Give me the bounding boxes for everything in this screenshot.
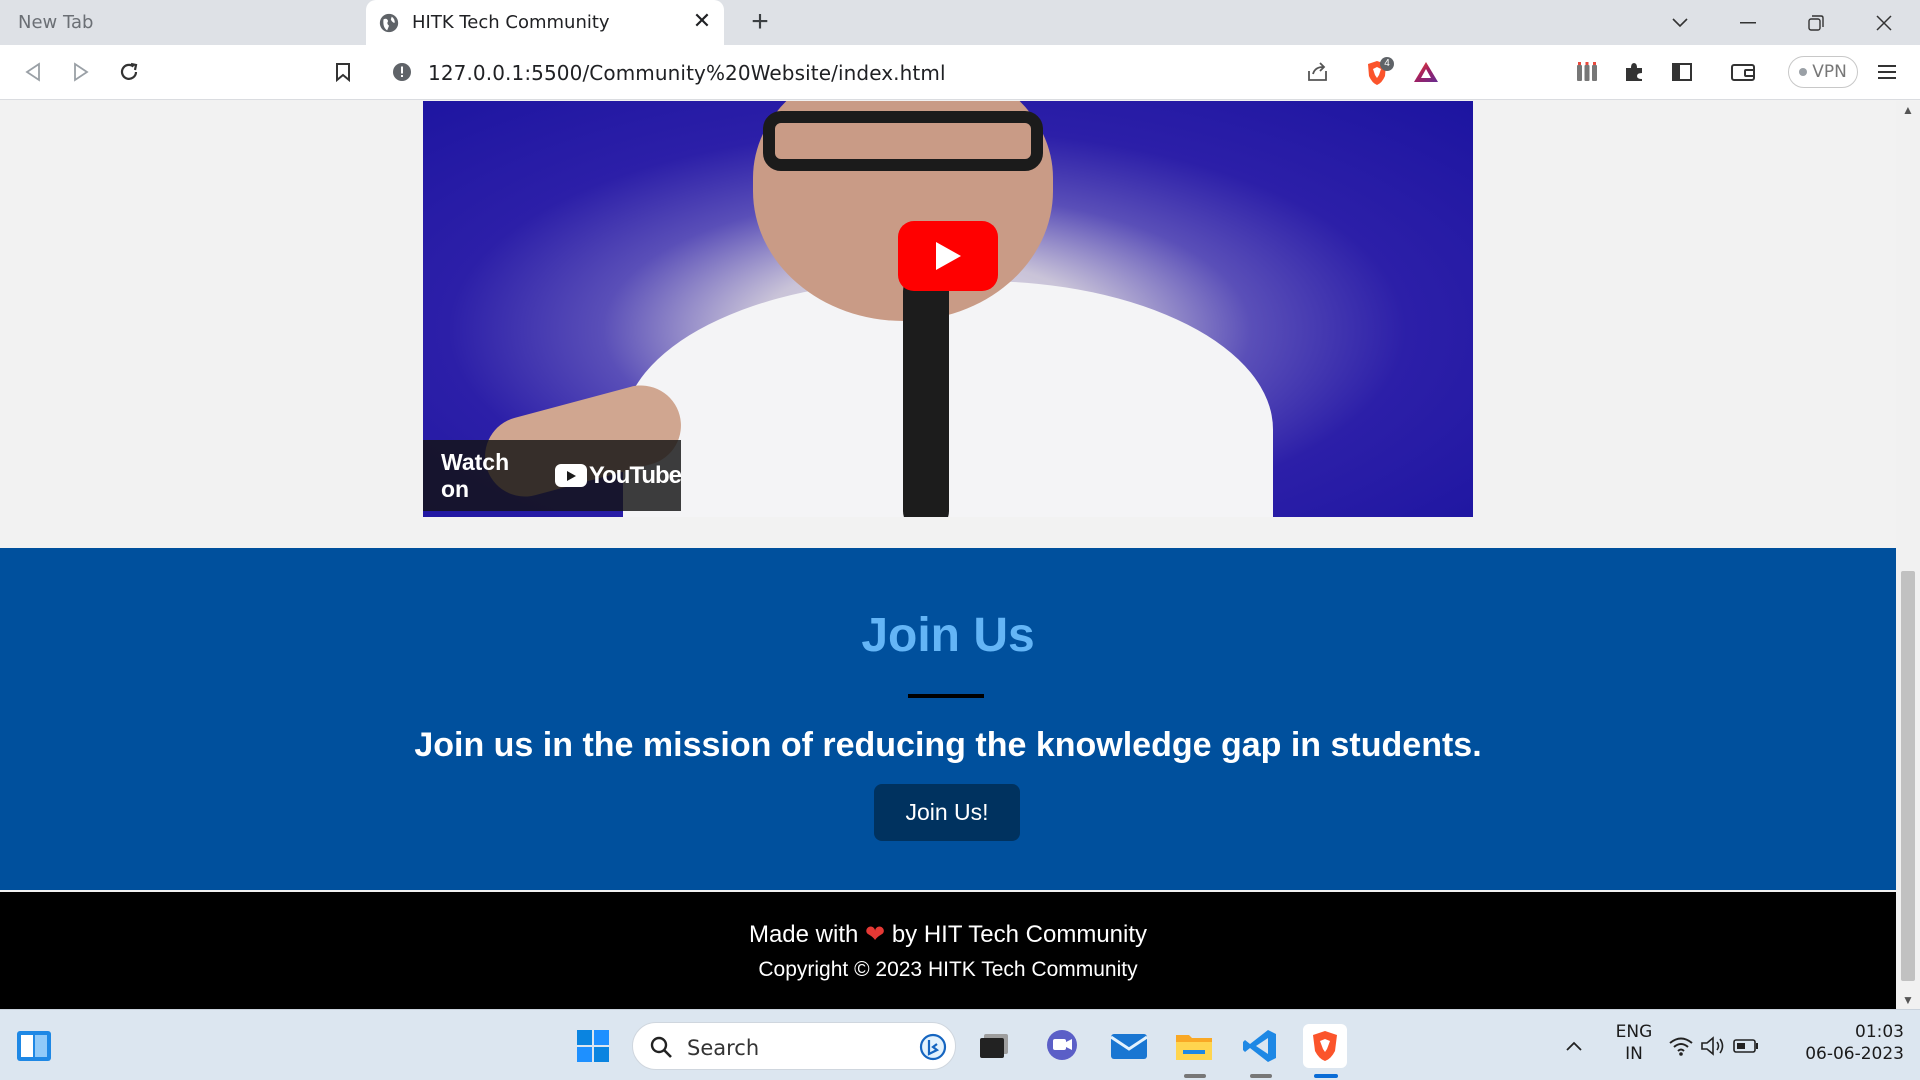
windows-taskbar: Search ENG IN 01:03 06-06-2023 — [0, 1009, 1920, 1080]
minimize-button[interactable] — [1720, 0, 1776, 45]
info-icon[interactable] — [392, 62, 412, 82]
page-viewport: Watch on YouTube Join Us Join us in the … — [0, 101, 1896, 1009]
address-bar[interactable]: 127.0.0.1:5500/Community%20Website/index… — [376, 51, 1454, 93]
site-footer: Made with ❤ by HIT Tech Community Copyri… — [0, 892, 1896, 1009]
video-frame-microphone — [903, 271, 949, 517]
tab-search-chevron-icon[interactable] — [1652, 0, 1708, 45]
close-window-button[interactable] — [1856, 0, 1912, 45]
wallet-icon[interactable] — [1726, 55, 1760, 89]
battery-icon[interactable] — [1731, 1024, 1761, 1068]
start-windows-icon[interactable] — [571, 1024, 615, 1068]
footer-copyright: Copyright © 2023 HITK Tech Community — [758, 958, 1138, 981]
share-icon[interactable] — [1306, 61, 1330, 83]
tab-new-tab[interactable]: New Tab — [0, 0, 364, 45]
heart-icon: ❤ — [865, 921, 886, 948]
input-language[interactable]: ENG IN — [1604, 1022, 1664, 1064]
bookmark-icon[interactable] — [326, 55, 360, 89]
bing-chat-icon[interactable] — [919, 1032, 947, 1062]
by-text: by HIT Tech Community — [891, 921, 1148, 948]
wifi-icon[interactable] — [1666, 1024, 1696, 1068]
browser-tab-strip: New Tab HITK Tech Community ✕ + — [0, 0, 1920, 45]
video-frame-glasses — [763, 111, 1043, 171]
brave-news-icon[interactable] — [1570, 55, 1604, 89]
tab-hitk-tech-community[interactable]: HITK Tech Community ✕ — [366, 0, 724, 45]
file-explorer-icon[interactable] — [1172, 1024, 1216, 1068]
brave-browser-taskbar-icon[interactable] — [1303, 1024, 1347, 1068]
extensions-puzzle-icon[interactable] — [1617, 55, 1651, 89]
youtube-logo: YouTube — [554, 461, 682, 490]
mail-icon[interactable] — [1107, 1024, 1151, 1068]
brave-active-indicator — [1314, 1074, 1338, 1078]
url-text[interactable]: 127.0.0.1:5500/Community%20Website/index… — [428, 61, 946, 85]
join-us-section: Join Us Join us in the mission of reduci… — [0, 548, 1896, 890]
title-divider — [908, 694, 984, 698]
new-tab-button[interactable]: + — [744, 6, 776, 38]
task-view-icon[interactable] — [972, 1024, 1016, 1068]
menu-hamburger-icon[interactable] — [1870, 55, 1904, 89]
vpn-label: VPN — [1812, 62, 1847, 82]
restore-button[interactable] — [1788, 0, 1844, 45]
play-icon — [936, 242, 961, 270]
join-us-text: Join us in the mission of reducing the k… — [414, 726, 1482, 764]
teams-chat-icon[interactable] — [1040, 1024, 1084, 1068]
youtube-embed[interactable]: Watch on YouTube — [423, 101, 1473, 517]
sidebar-toggle-icon[interactable] — [1665, 55, 1699, 89]
clock-time: 01:03 — [1855, 1022, 1904, 1042]
language-code: ENG — [1615, 1022, 1653, 1042]
brave-shields-icon[interactable]: 4 — [1364, 57, 1394, 87]
footer-made-with: Made with ❤ by HIT Tech Community — [0, 920, 1896, 949]
close-tab-icon[interactable]: ✕ — [690, 10, 714, 34]
widgets-icon[interactable] — [12, 1024, 56, 1068]
browser-toolbar: 127.0.0.1:5500/Community%20Website/index… — [0, 45, 1920, 100]
search-label: Search — [687, 1036, 760, 1060]
volume-icon[interactable] — [1698, 1024, 1728, 1068]
shields-count-badge: 4 — [1380, 57, 1394, 71]
scrollbar-thumb[interactable] — [1901, 571, 1915, 981]
join-us-title: Join Us — [861, 609, 1035, 662]
back-button[interactable] — [16, 55, 50, 89]
show-hidden-icons-chevron-icon[interactable] — [1552, 1024, 1596, 1068]
taskbar-search-box[interactable]: Search — [632, 1022, 956, 1070]
vscode-running-indicator — [1250, 1074, 1272, 1078]
watch-on-youtube-button[interactable]: Watch on YouTube — [423, 440, 682, 511]
globe-icon — [379, 13, 399, 32]
explorer-running-indicator — [1184, 1074, 1206, 1078]
scroll-down-arrow-icon[interactable]: ▼ — [1896, 991, 1920, 1009]
vpn-button[interactable]: VPN — [1788, 56, 1858, 88]
clock[interactable]: 01:03 06-06-2023 — [1786, 1022, 1904, 1064]
play-button[interactable] — [898, 221, 998, 291]
tab-title: HITK Tech Community — [412, 12, 610, 33]
page-scrollbar[interactable]: ▲ ▼ — [1896, 101, 1920, 1009]
scroll-up-arrow-icon[interactable]: ▲ — [1896, 101, 1920, 119]
vscode-icon[interactable] — [1238, 1024, 1282, 1068]
youtube-play-icon — [554, 464, 587, 487]
vpn-status-dot — [1799, 68, 1808, 76]
youtube-wordmark: YouTube — [588, 461, 682, 489]
join-us-button[interactable]: Join Us! — [874, 784, 1020, 841]
tab-title: New Tab — [18, 12, 94, 33]
clock-date: 06-06-2023 — [1805, 1044, 1904, 1064]
forward-button[interactable] — [64, 55, 98, 89]
search-icon — [650, 1036, 672, 1058]
region-code: IN — [1625, 1044, 1643, 1064]
reload-button[interactable] — [112, 55, 146, 89]
brave-rewards-icon[interactable] — [1412, 60, 1440, 84]
made-with-text: Made with — [748, 921, 859, 948]
watch-on-label: Watch on — [441, 448, 510, 502]
